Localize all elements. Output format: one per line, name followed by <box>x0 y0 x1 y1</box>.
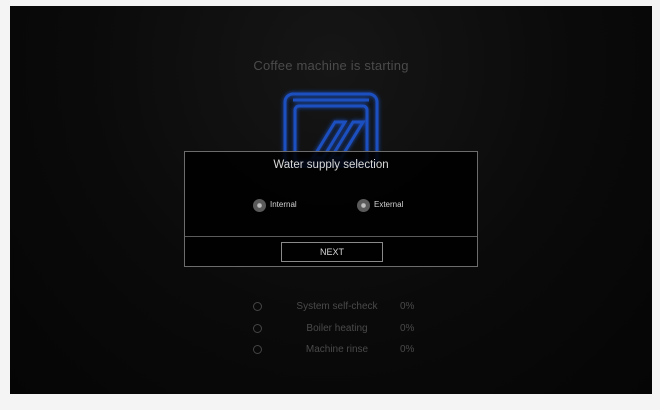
next-button[interactable]: NEXT <box>281 242 383 262</box>
step-label: Boiler heating <box>306 322 368 334</box>
step-row: System self-check 0% <box>242 300 442 322</box>
radio-circle-icon[interactable] <box>253 199 266 212</box>
step-progress: 0% <box>400 301 415 312</box>
water-supply-dialog: Water supply selection Internal External… <box>184 151 478 267</box>
dialog-title: Water supply selection <box>273 159 389 171</box>
startup-title: Coffee machine is starting <box>253 58 409 73</box>
step-row: Machine rinse 0% <box>242 343 442 365</box>
step-progress: 0% <box>400 344 415 355</box>
radio-label: External <box>374 200 404 209</box>
startup-steps: System self-check 0% Boiler heating 0% M… <box>242 300 442 365</box>
dialog-divider <box>185 236 477 237</box>
step-status-icon <box>253 323 262 333</box>
step-row: Boiler heating 0% <box>242 322 442 344</box>
step-label: System self-check <box>296 301 378 312</box>
radio-label: Internal <box>270 200 297 209</box>
radio-circle-icon[interactable] <box>357 199 370 212</box>
step-label: Machine rinse <box>305 344 369 355</box>
step-status-icon <box>253 302 262 311</box>
step-progress: 0% <box>400 322 415 334</box>
step-status-icon <box>253 345 262 354</box>
